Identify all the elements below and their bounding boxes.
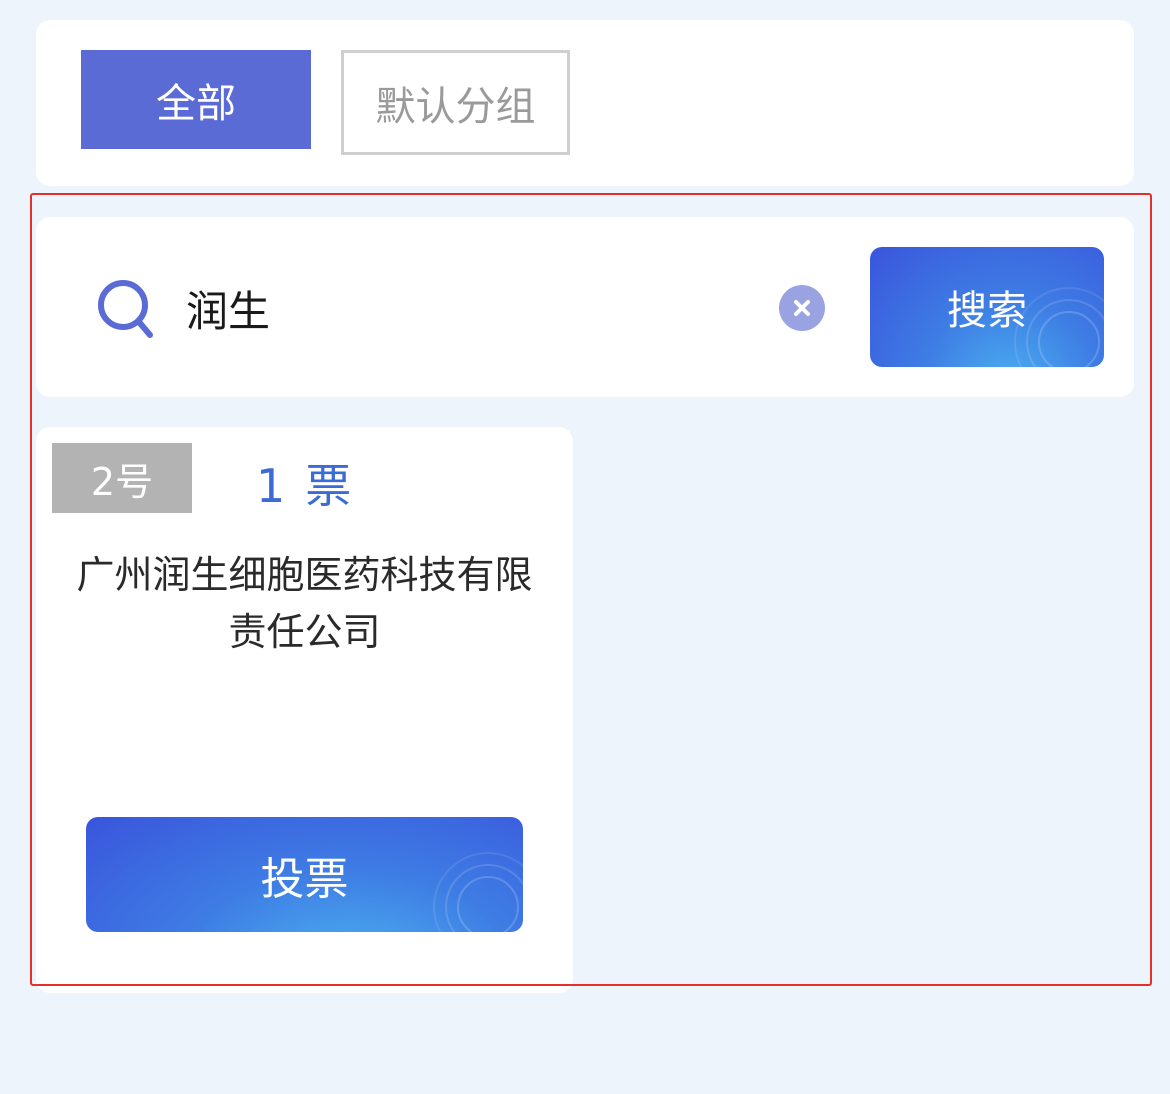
- vote-button-label: 投票: [260, 853, 349, 905]
- candidate-number-badge: 2号: [52, 443, 192, 513]
- tab-all[interactable]: 全部: [81, 50, 311, 149]
- tab-default-group[interactable]: 默认分组: [341, 50, 570, 155]
- search-bar: 搜索: [36, 217, 1134, 397]
- button-decoration: [433, 852, 523, 932]
- candidate-card: 2号 1 票 广州润生细胞医药科技有限责任公司 投票: [36, 427, 573, 993]
- group-tabs-panel: 全部 默认分组: [36, 20, 1134, 186]
- candidate-name: 广州润生细胞医药科技有限责任公司: [76, 553, 533, 654]
- candidate-number: 2号: [90, 459, 154, 504]
- vote-button[interactable]: 投票: [86, 817, 523, 932]
- clear-icon[interactable]: [779, 285, 825, 331]
- tab-all-label: 全部: [156, 80, 236, 127]
- tab-default-group-label: 默认分组: [375, 83, 536, 130]
- search-icon: [98, 280, 153, 338]
- vote-count-unit: 票: [305, 459, 354, 513]
- search-button-label: 搜索: [947, 288, 1027, 334]
- vote-count-value: 1: [256, 459, 288, 513]
- search-input[interactable]: [186, 273, 766, 343]
- vote-count: 1 票: [256, 463, 353, 509]
- search-button[interactable]: 搜索: [870, 247, 1104, 367]
